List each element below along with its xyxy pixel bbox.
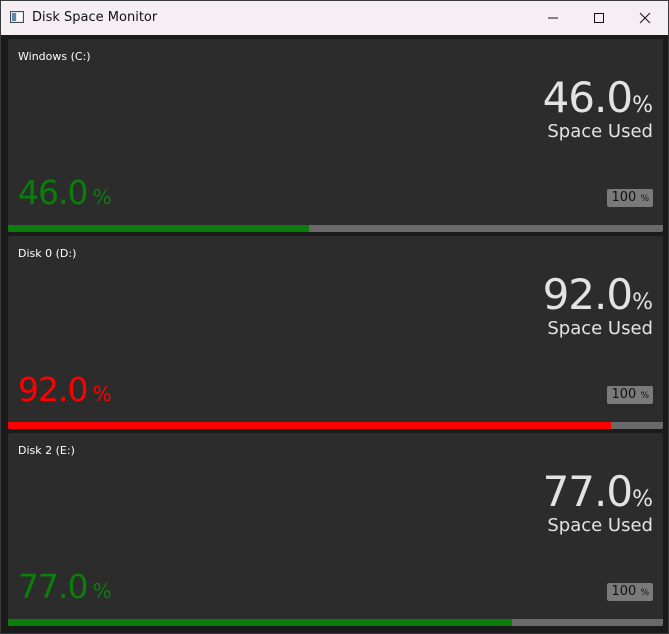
max-value: 100	[611, 190, 637, 205]
usage-value: 46.0	[18, 173, 88, 212]
space-used-readout: 46.0%	[543, 73, 653, 122]
space-used-unit: %	[632, 290, 653, 315]
max-badge: 100 %	[607, 189, 653, 207]
usage-value: 92.0	[18, 370, 88, 409]
max-value: 100	[611, 584, 637, 599]
space-used-value: 46.0	[542, 73, 634, 122]
usage-bar-track	[8, 422, 663, 429]
maximize-button[interactable]	[576, 1, 622, 35]
space-used-unit: %	[632, 487, 653, 512]
usage-unit: %	[92, 185, 112, 209]
space-used-readout: 92.0%	[543, 270, 653, 319]
space-used-unit: %	[632, 93, 653, 118]
space-used-label: Space Used	[547, 318, 653, 339]
space-used-value: 77.0	[542, 467, 634, 516]
max-unit: %	[640, 194, 649, 204]
usage-bar-track	[8, 619, 663, 626]
max-badge: 100 %	[607, 386, 653, 404]
disk-panel: Windows (C:) 46.0% Space Used 46.0 % 100…	[8, 39, 663, 232]
close-icon	[639, 12, 651, 24]
space-used-readout: 77.0%	[543, 467, 653, 516]
disk-name: Disk 0 (D:)	[18, 247, 77, 260]
app-window: Disk Space Monitor Windows (C:) 46.0% Sp…	[0, 0, 669, 634]
usage-bar-fill	[8, 225, 310, 232]
space-used-label: Space Used	[547, 515, 653, 536]
usage-value: 77.0	[18, 567, 88, 606]
space-used-label: Space Used	[547, 121, 653, 142]
usage-readout: 46.0 %	[18, 173, 112, 212]
disk-panel: Disk 2 (E:) 77.0% Space Used 77.0 % 100 …	[8, 433, 663, 626]
max-badge: 100 %	[607, 583, 653, 601]
max-value: 100	[611, 387, 637, 402]
disk-name: Disk 2 (E:)	[18, 444, 75, 457]
minimize-button[interactable]	[530, 1, 576, 35]
close-button[interactable]	[622, 1, 668, 35]
usage-bar-track	[8, 225, 663, 232]
disk-name: Windows (C:)	[18, 50, 91, 63]
usage-unit: %	[92, 382, 112, 406]
space-used-value: 92.0	[542, 270, 634, 319]
title-bar[interactable]: Disk Space Monitor	[1, 1, 668, 35]
app-icon	[10, 11, 24, 23]
minimize-icon	[548, 17, 558, 19]
disk-panel: Disk 0 (D:) 92.0% Space Used 92.0 % 100 …	[8, 236, 663, 429]
maximize-icon	[594, 13, 604, 23]
usage-unit: %	[92, 579, 112, 603]
usage-bar-fill	[8, 619, 513, 626]
max-unit: %	[640, 588, 649, 598]
usage-readout: 92.0 %	[18, 370, 112, 409]
usage-bar-fill	[8, 422, 611, 429]
max-unit: %	[640, 391, 649, 401]
window-title: Disk Space Monitor	[32, 10, 158, 25]
usage-readout: 77.0 %	[18, 567, 112, 606]
